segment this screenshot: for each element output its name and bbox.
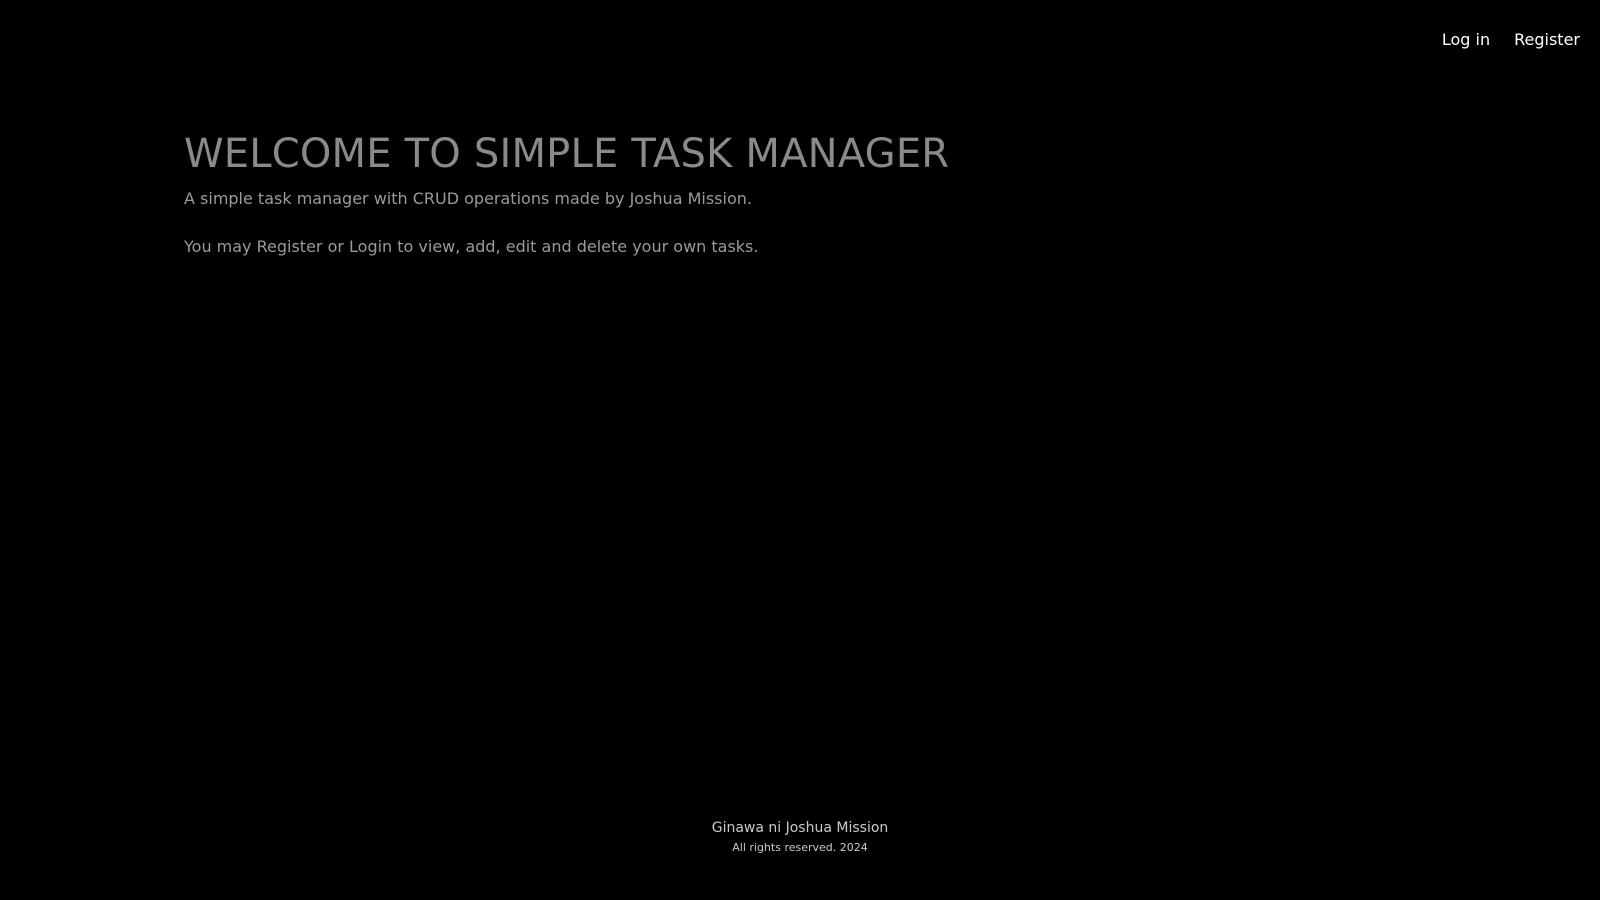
page-subtitle: A simple task manager with CRUD operatio… xyxy=(184,189,752,208)
footer: Ginawa ni Joshua Mission All rights rese… xyxy=(0,818,1600,856)
footer-rights: All rights reserved. 2024 xyxy=(732,841,868,854)
footer-credit: Ginawa ni Joshua Mission xyxy=(711,820,889,836)
page-note: You may Register or Login to view, add, … xyxy=(184,237,759,256)
page: Log in Register WELCOME TO SIMPLE TASK M… xyxy=(0,0,1600,900)
register-link[interactable]: Register xyxy=(1514,28,1580,52)
top-nav: Log in Register xyxy=(1442,28,1580,52)
page-title: WELCOME TO SIMPLE TASK MANAGER xyxy=(184,131,950,177)
login-link[interactable]: Log in xyxy=(1442,28,1490,52)
hero-section: WELCOME TO SIMPLE TASK MANAGER A simple … xyxy=(184,130,1284,258)
